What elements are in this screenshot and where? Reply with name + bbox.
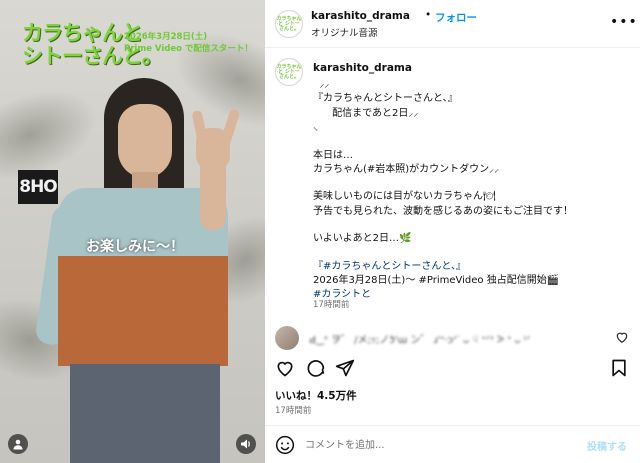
- caption-time: 17時間前: [313, 300, 350, 310]
- avatar[interactable]: カラちゃんと シトーさんと。: [275, 10, 303, 38]
- smiley-icon[interactable]: [275, 435, 295, 455]
- comment-row: Ԁ‿ᐢ ヲ゛ /メ;ｯ;ノ̀ɔ'ɯ ン゛ ɹ'ᐩ·ɔᐟᐝ ᴗ ☟ ᐩᐟᐣ ᐷ ᐩ…: [265, 324, 640, 352]
- caption-line: ⸜: [313, 122, 318, 134]
- user-icon[interactable]: [8, 434, 28, 454]
- person-face: [118, 104, 172, 178]
- follow-button[interactable]: フォロー: [435, 10, 477, 25]
- heart-icon[interactable]: [615, 330, 629, 344]
- caption-line[interactable]: #カラシトと: [313, 288, 623, 302]
- caption-line[interactable]: 『#カラちゃんとシトーさんと、』: [313, 260, 623, 274]
- caption-line: ⸝⸝: [313, 79, 330, 90]
- action-bar: [265, 356, 640, 380]
- promo-subtitle: Prime Video で配信スタート！: [124, 44, 253, 54]
- shop-sign: 8HO: [18, 170, 58, 204]
- caption-line: 『カラちゃんとシトーさんと、』: [313, 93, 458, 105]
- video-caption: お楽しみに〜！: [86, 239, 184, 255]
- more-horizontal-icon[interactable]: •••: [610, 14, 638, 30]
- caption-line: 本日は…: [313, 149, 353, 161]
- post-details-panel: カラちゃんと シトーさんと。 karashito_drama • フォロー オリ…: [265, 0, 640, 463]
- caption-line: 美味しいものには目がないカラちゃん🍽: [313, 191, 496, 203]
- bookmark-icon[interactable]: [609, 358, 629, 378]
- post-comment-button[interactable]: 投稿する: [587, 438, 627, 453]
- commenter-avatar[interactable]: [275, 326, 299, 350]
- comment-text: Ԁ‿ᐢ ヲ゛ /メ;ｯ;ノ̀ɔ'ɯ ン゛ ɹ'ᐩ·ɔᐟᐝ ᴗ ☟ ᐩᐟᐣ ᐷ ᐩ…: [309, 335, 531, 346]
- audio-label[interactable]: オリジナル音源: [311, 25, 378, 39]
- caption-line: 配信まであと2日⸝⸝: [313, 107, 419, 119]
- post-caption: カラちゃんと シトーさんと。 karashito_drama ⸝⸝ 『カラちゃんと…: [265, 48, 640, 316]
- comment-input[interactable]: [305, 434, 575, 456]
- comment-bubble-icon[interactable]: [305, 358, 325, 378]
- caption-line: カラちゃん(#岩本照)がカウントダウン⸝⸝: [313, 164, 500, 176]
- caption-line: いよいよあと2日…🌿: [313, 233, 412, 245]
- avatar[interactable]: カラちゃんと シトーさんと。: [275, 58, 303, 86]
- separator-dot: •: [425, 9, 432, 21]
- likes-count[interactable]: いいね！4.5万件: [275, 388, 357, 403]
- caption-username[interactable]: karashito_drama: [313, 62, 412, 74]
- person-shirt-bottom: [58, 256, 228, 366]
- post-time: 17時間前: [275, 406, 312, 416]
- caption-line: 2026年3月28日(土)〜 #PrimeVideo 独占配信開始🎬: [313, 275, 560, 287]
- caption-line: 予告でも見られた、波動を感じるあの姿にもご注目です！: [313, 205, 573, 217]
- promo-date: 2026年3月28日(土): [124, 32, 208, 42]
- caption-text: ⸝⸝ 『カラちゃんとシトーさんと、』 配信まであと2日⸝⸝ ⸜ 本日は… カラちゃん(#…: [313, 78, 623, 303]
- post-media[interactable]: 8HO カラちゃんと シトーさんと。 2026年3月28日(土) Prime V…: [0, 0, 265, 463]
- post-header: カラちゃんと シトーさんと。 karashito_drama • フォロー オリ…: [265, 0, 640, 48]
- comment-composer: 投稿する: [265, 425, 640, 463]
- heart-icon[interactable]: [275, 358, 295, 378]
- avatar-text: カラちゃんと シトーさんと。: [276, 15, 302, 32]
- header-username[interactable]: karashito_drama: [311, 10, 410, 22]
- avatar-text: カラちゃんと シトーさんと。: [276, 63, 302, 80]
- speaker-icon[interactable]: [236, 434, 256, 454]
- person-pants: [70, 364, 220, 463]
- paper-plane-icon[interactable]: [335, 358, 355, 378]
